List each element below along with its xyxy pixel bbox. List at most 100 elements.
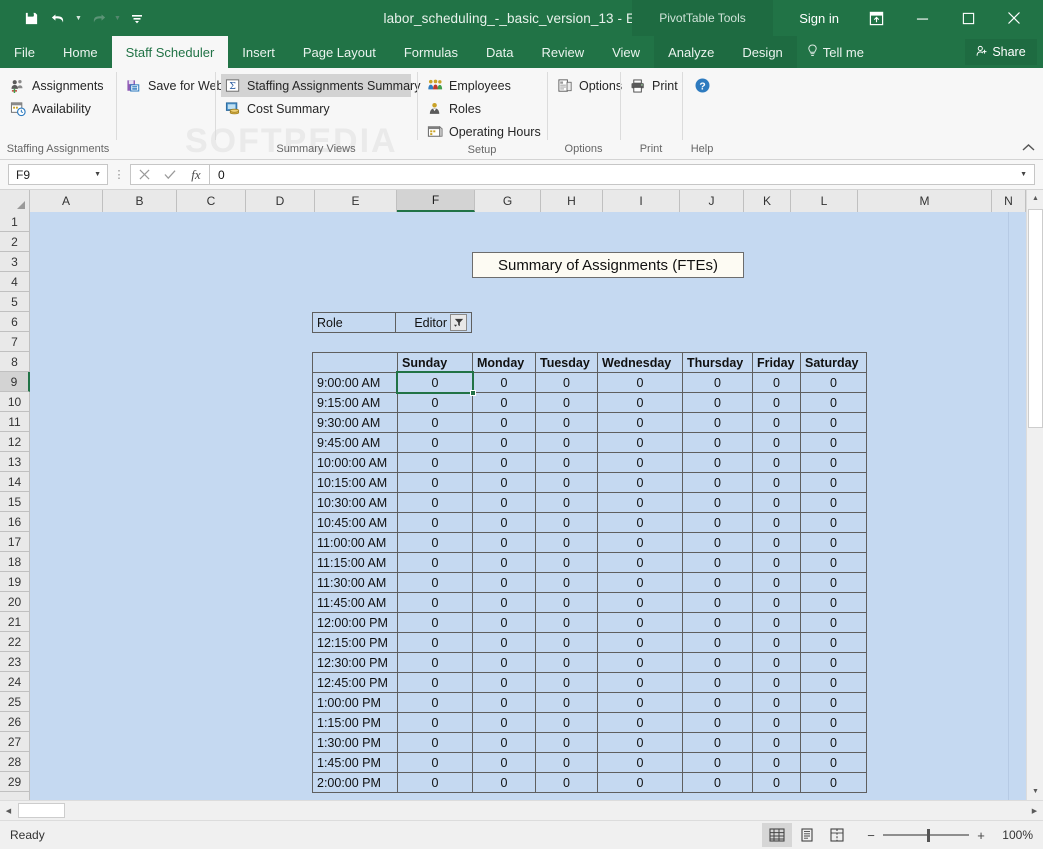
value-cell[interactable]: 0 xyxy=(682,632,753,653)
value-cell[interactable]: 0 xyxy=(682,652,753,673)
value-cell[interactable]: 0 xyxy=(800,392,867,413)
tab-home[interactable]: Home xyxy=(49,36,112,68)
value-cell[interactable]: 0 xyxy=(682,472,753,493)
value-cell[interactable]: 0 xyxy=(397,472,473,493)
value-cell[interactable]: 0 xyxy=(682,452,753,473)
customize-quick-access-icon[interactable] xyxy=(124,5,150,31)
value-cell[interactable]: 0 xyxy=(752,472,801,493)
value-cell[interactable]: 0 xyxy=(535,572,598,593)
value-cell[interactable]: 0 xyxy=(682,552,753,573)
collapse-ribbon-icon[interactable] xyxy=(1022,143,1035,155)
row-header-14[interactable]: 14 xyxy=(0,472,29,492)
value-cell[interactable]: 0 xyxy=(472,672,536,693)
zoom-out-button[interactable]: − xyxy=(866,828,876,843)
value-cell[interactable]: 0 xyxy=(397,532,473,553)
value-cell[interactable]: 0 xyxy=(682,592,753,613)
value-cell[interactable]: 0 xyxy=(472,652,536,673)
value-cell[interactable]: 0 xyxy=(682,412,753,433)
formula-input[interactable]: 0 ▼ xyxy=(210,164,1035,185)
column-header-M[interactable]: M xyxy=(858,190,992,212)
time-label-cell[interactable]: 12:15:00 PM xyxy=(312,632,398,653)
value-cell[interactable]: 0 xyxy=(472,632,536,653)
value-cell[interactable]: 0 xyxy=(397,392,473,413)
column-header-B[interactable]: B xyxy=(103,190,177,212)
value-cell[interactable]: 0 xyxy=(535,752,598,773)
value-cell[interactable]: 0 xyxy=(752,492,801,513)
sheet-surface[interactable]: Summary of Assignments (FTEs) Role Edito… xyxy=(30,212,1043,800)
time-label-cell[interactable]: 12:45:00 PM xyxy=(312,672,398,693)
row-header-12[interactable]: 12 xyxy=(0,432,29,452)
column-header-C[interactable]: C xyxy=(177,190,246,212)
value-cell[interactable]: 0 xyxy=(535,772,598,793)
value-cell[interactable]: 0 xyxy=(800,632,867,653)
time-label-cell[interactable]: 12:30:00 PM xyxy=(312,652,398,673)
row-header-8[interactable]: 8 xyxy=(0,352,29,372)
value-cell[interactable]: 0 xyxy=(800,672,867,693)
name-box[interactable]: F9 ▼ xyxy=(8,164,108,185)
value-cell[interactable]: 0 xyxy=(472,432,536,453)
zoom-in-button[interactable]: + xyxy=(976,828,986,843)
expand-formula-bar-icon[interactable]: ▼ xyxy=(1020,171,1027,178)
enter-icon[interactable] xyxy=(157,165,183,184)
value-cell[interactable]: 0 xyxy=(535,432,598,453)
value-cell[interactable]: 0 xyxy=(396,371,476,396)
row-header-25[interactable]: 25 xyxy=(0,692,29,712)
value-cell[interactable]: 0 xyxy=(752,512,801,533)
value-cell[interactable]: 0 xyxy=(472,592,536,613)
scroll-left-icon[interactable]: ◀ xyxy=(0,802,17,819)
value-cell[interactable]: 0 xyxy=(682,372,753,393)
column-header-L[interactable]: L xyxy=(791,190,858,212)
value-cell[interactable]: 0 xyxy=(397,632,473,653)
tab-insert[interactable]: Insert xyxy=(228,36,289,68)
value-cell[interactable]: 0 xyxy=(535,472,598,493)
value-cell[interactable]: 0 xyxy=(800,692,867,713)
row-header-24[interactable]: 24 xyxy=(0,672,29,692)
value-cell[interactable]: 0 xyxy=(800,712,867,733)
row-header-21[interactable]: 21 xyxy=(0,612,29,632)
value-cell[interactable]: 0 xyxy=(535,592,598,613)
value-cell[interactable]: 0 xyxy=(682,532,753,553)
assignments-button[interactable]: Assignments xyxy=(6,74,110,97)
value-cell[interactable]: 0 xyxy=(752,632,801,653)
value-cell[interactable]: 0 xyxy=(752,752,801,773)
tab-analyze[interactable]: Analyze xyxy=(654,36,729,68)
scroll-down-icon[interactable]: ▼ xyxy=(1027,783,1043,800)
value-cell[interactable]: 0 xyxy=(472,392,536,413)
vertical-scroll-thumb[interactable] xyxy=(1028,209,1043,428)
time-label-cell[interactable]: 10:00:00 AM xyxy=(312,452,398,473)
tell-me-box[interactable]: Tell me xyxy=(797,36,874,68)
value-cell[interactable]: 0 xyxy=(535,372,598,393)
row-header-11[interactable]: 11 xyxy=(0,412,29,432)
row-header-26[interactable]: 26 xyxy=(0,712,29,732)
value-cell[interactable]: 0 xyxy=(682,672,753,693)
value-cell[interactable]: 0 xyxy=(397,772,473,793)
row-header-22[interactable]: 22 xyxy=(0,632,29,652)
value-cell[interactable]: 0 xyxy=(597,532,683,553)
value-cell[interactable]: 0 xyxy=(800,452,867,473)
value-cell[interactable]: 0 xyxy=(800,752,867,773)
scroll-right-icon[interactable]: ▶ xyxy=(1026,802,1043,819)
value-cell[interactable]: 0 xyxy=(535,692,598,713)
value-cell[interactable]: 0 xyxy=(752,572,801,593)
value-cell[interactable]: 0 xyxy=(597,492,683,513)
horizontal-scrollbar[interactable]: ◀ ▶ xyxy=(0,800,1043,820)
undo-icon[interactable] xyxy=(46,5,72,31)
value-cell[interactable]: 0 xyxy=(397,712,473,733)
value-cell[interactable]: 0 xyxy=(397,512,473,533)
report-title-cell[interactable]: Summary of Assignments (FTEs) xyxy=(472,252,744,278)
value-cell[interactable]: 0 xyxy=(535,452,598,473)
value-cell[interactable]: 0 xyxy=(752,612,801,633)
value-cell[interactable]: 0 xyxy=(597,412,683,433)
column-header-A[interactable]: A xyxy=(30,190,103,212)
value-cell[interactable]: 0 xyxy=(800,652,867,673)
time-label-cell[interactable]: 9:30:00 AM xyxy=(312,412,398,433)
row-header-1[interactable]: 1 xyxy=(0,212,29,232)
value-cell[interactable]: 0 xyxy=(800,372,867,393)
time-label-cell[interactable]: 9:45:00 AM xyxy=(312,432,398,453)
value-cell[interactable]: 0 xyxy=(535,392,598,413)
row-header-19[interactable]: 19 xyxy=(0,572,29,592)
column-header-N[interactable]: N xyxy=(992,190,1026,212)
value-cell[interactable]: 0 xyxy=(800,412,867,433)
row-header-18[interactable]: 18 xyxy=(0,552,29,572)
value-cell[interactable]: 0 xyxy=(535,532,598,553)
